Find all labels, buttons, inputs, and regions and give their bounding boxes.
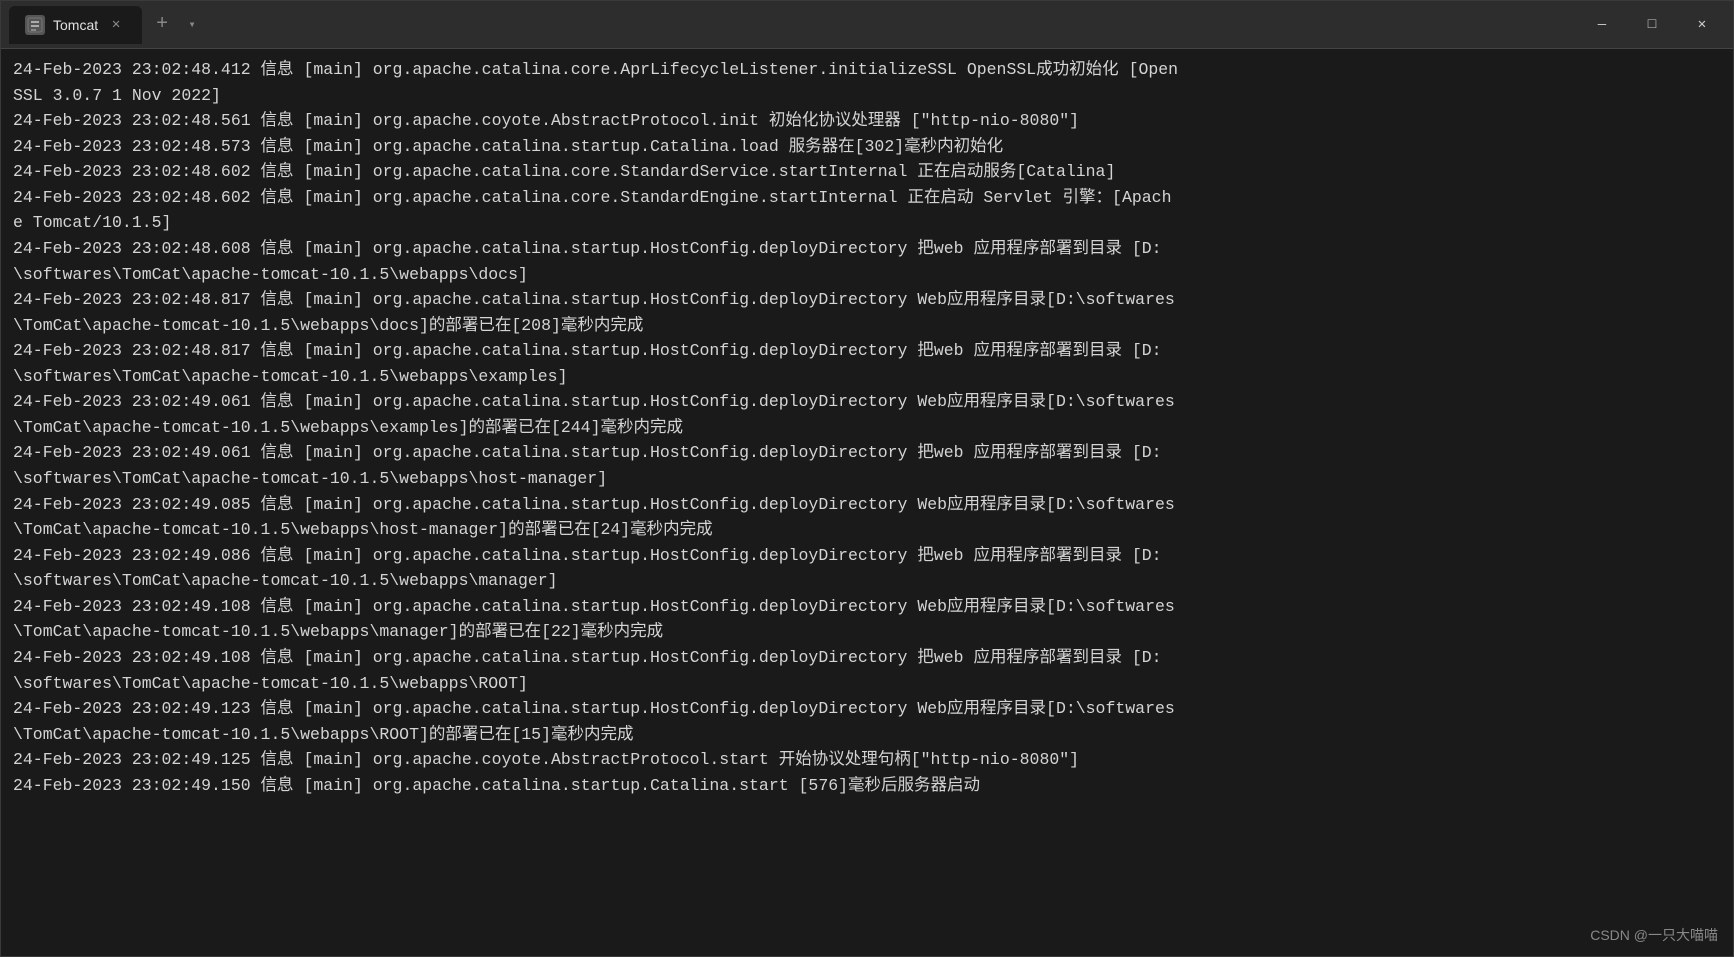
log-line: 24-Feb-2023 23:02:49.108 信息 [main] org.a… — [13, 645, 1721, 671]
log-line: 24-Feb-2023 23:02:49.061 信息 [main] org.a… — [13, 389, 1721, 415]
log-line: 24-Feb-2023 23:02:49.086 信息 [main] org.a… — [13, 543, 1721, 569]
log-line: \softwares\TomCat\apache-tomcat-10.1.5\w… — [13, 671, 1721, 697]
tab-tomcat[interactable]: Tomcat ✕ — [9, 6, 142, 44]
titlebar: Tomcat ✕ + ▾ — □ ✕ — [1, 1, 1733, 49]
log-line: 24-Feb-2023 23:02:48.602 信息 [main] org.a… — [13, 185, 1721, 211]
terminal-window: Tomcat ✕ + ▾ — □ ✕ 24-Feb-2023 23:02:48.… — [0, 0, 1734, 957]
log-line: \TomCat\apache-tomcat-10.1.5\webapps\doc… — [13, 313, 1721, 339]
log-line: \TomCat\apache-tomcat-10.1.5\webapps\ROO… — [13, 722, 1721, 748]
log-line: 24-Feb-2023 23:02:49.061 信息 [main] org.a… — [13, 440, 1721, 466]
log-line: e Tomcat/10.1.5] — [13, 210, 1721, 236]
tab-close-button[interactable]: ✕ — [106, 15, 126, 35]
log-line: 24-Feb-2023 23:02:48.573 信息 [main] org.a… — [13, 134, 1721, 160]
log-line: \TomCat\apache-tomcat-10.1.5\webapps\man… — [13, 619, 1721, 645]
log-line: \TomCat\apache-tomcat-10.1.5\webapps\exa… — [13, 415, 1721, 441]
minimize-button[interactable]: — — [1579, 9, 1625, 41]
window-controls: — □ ✕ — [1579, 9, 1725, 41]
watermark: CSDN @一只大喵喵 — [1590, 925, 1718, 945]
log-line: 24-Feb-2023 23:02:48.602 信息 [main] org.a… — [13, 159, 1721, 185]
log-line: 24-Feb-2023 23:02:48.608 信息 [main] org.a… — [13, 236, 1721, 262]
new-tab-button[interactable]: + — [146, 9, 178, 41]
close-button[interactable]: ✕ — [1679, 9, 1725, 41]
log-line: \softwares\TomCat\apache-tomcat-10.1.5\w… — [13, 262, 1721, 288]
log-line: 24-Feb-2023 23:02:48.817 信息 [main] org.a… — [13, 338, 1721, 364]
log-line: 24-Feb-2023 23:02:49.085 信息 [main] org.a… — [13, 492, 1721, 518]
tab-dropdown-button[interactable]: ▾ — [178, 11, 206, 39]
log-line: 24-Feb-2023 23:02:49.123 信息 [main] org.a… — [13, 696, 1721, 722]
terminal-output: 24-Feb-2023 23:02:48.412 信息 [main] org.a… — [1, 49, 1733, 956]
log-line: 24-Feb-2023 23:02:49.150 信息 [main] org.a… — [13, 773, 1721, 799]
log-line: \softwares\TomCat\apache-tomcat-10.1.5\w… — [13, 364, 1721, 390]
log-line: 24-Feb-2023 23:02:48.817 信息 [main] org.a… — [13, 287, 1721, 313]
log-line: \softwares\TomCat\apache-tomcat-10.1.5\w… — [13, 466, 1721, 492]
log-line: SSL 3.0.7 1 Nov 2022] — [13, 83, 1721, 109]
log-line: 24-Feb-2023 23:02:49.108 信息 [main] org.a… — [13, 594, 1721, 620]
tab-area: Tomcat ✕ + ▾ — [9, 6, 1579, 44]
log-line: \TomCat\apache-tomcat-10.1.5\webapps\hos… — [13, 517, 1721, 543]
log-line: 24-Feb-2023 23:02:49.125 信息 [main] org.a… — [13, 747, 1721, 773]
tab-label: Tomcat — [53, 17, 98, 33]
log-line: \softwares\TomCat\apache-tomcat-10.1.5\w… — [13, 568, 1721, 594]
tab-icon — [25, 15, 45, 35]
log-line: 24-Feb-2023 23:02:48.561 信息 [main] org.a… — [13, 108, 1721, 134]
maximize-button[interactable]: □ — [1629, 9, 1675, 41]
log-line: 24-Feb-2023 23:02:48.412 信息 [main] org.a… — [13, 57, 1721, 83]
